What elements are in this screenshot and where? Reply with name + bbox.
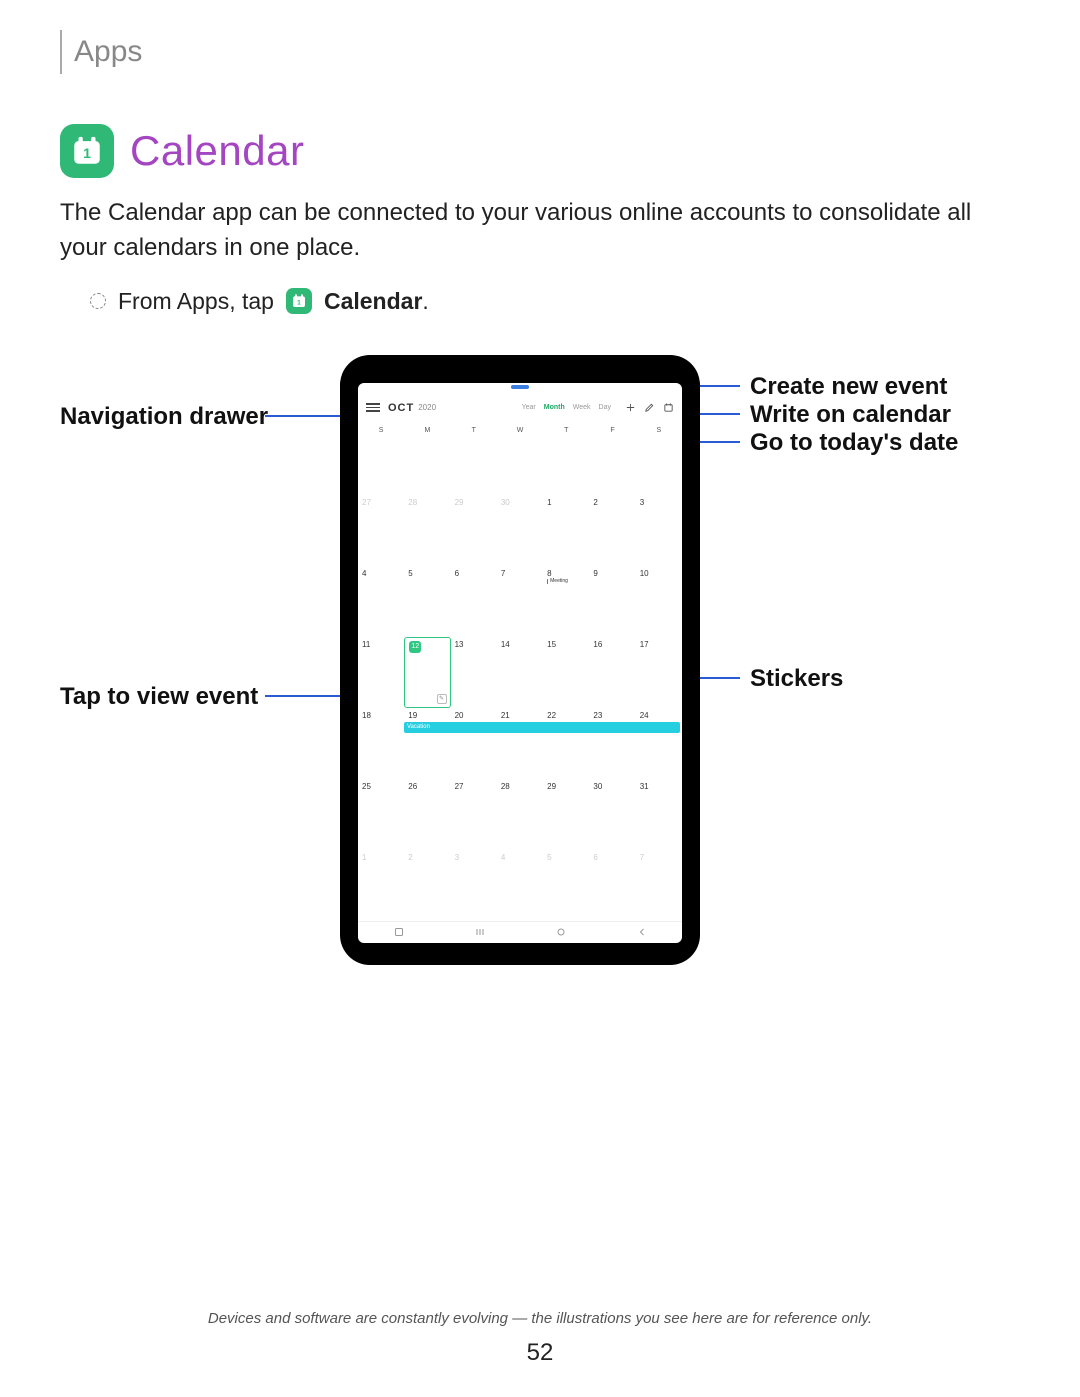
year-label: 2020 xyxy=(418,403,436,412)
tab-day[interactable]: Day xyxy=(599,404,611,411)
calendar-cell[interactable]: 9 xyxy=(589,566,635,637)
tab-year[interactable]: Year xyxy=(522,404,536,411)
android-navbar[interactable] xyxy=(358,921,682,943)
footer-note: Devices and software are constantly evol… xyxy=(0,1310,1080,1327)
callout-nav-drawer: Navigation drawer xyxy=(60,403,268,431)
svg-text:1: 1 xyxy=(83,146,91,162)
calendar-grid[interactable]: SMTWTFS2728293012345678Meeting9101112✎13… xyxy=(358,425,682,921)
plus-icon[interactable] xyxy=(625,402,636,413)
step-app: Calendar xyxy=(324,288,422,314)
calendar-cell[interactable]: 25 xyxy=(358,779,404,850)
calendar-cell[interactable]: 5 xyxy=(543,850,589,921)
calendar-cell[interactable]: 23 xyxy=(589,708,635,779)
callout-today: Go to today's date xyxy=(750,429,958,457)
calendar-cell[interactable]: 30 xyxy=(497,495,543,566)
calendar-cell[interactable]: 2 xyxy=(404,850,450,921)
calendar-cell[interactable]: 3 xyxy=(636,495,682,566)
section-header: 1 Calendar xyxy=(60,124,1020,178)
calendar-cell[interactable]: 4 xyxy=(497,850,543,921)
dow-header: T xyxy=(543,425,589,496)
calendar-cell[interactable]: 7 xyxy=(497,566,543,637)
calendar-cell[interactable]: 6 xyxy=(451,566,497,637)
calendar-cell[interactable]: 22 xyxy=(543,708,589,779)
calendar-cell[interactable]: 17 xyxy=(636,637,682,708)
calendar-cell[interactable]: 11 xyxy=(358,637,404,708)
calendar-inline-icon: 1 xyxy=(286,288,312,314)
instruction-step: From Apps, tap 1 Calendar. xyxy=(90,288,1020,315)
status-bar xyxy=(358,383,682,391)
tab-month[interactable]: Month xyxy=(544,404,565,411)
callout-stickers: Stickers xyxy=(750,665,843,693)
calendar-cell[interactable]: 15 xyxy=(543,637,589,708)
callout-write: Write on calendar xyxy=(750,401,951,429)
calendar-cell[interactable]: 19 xyxy=(404,708,450,779)
sticker-icon[interactable]: ✎ xyxy=(437,694,447,704)
calendar-cell[interactable]: 13 xyxy=(451,637,497,708)
calendar-cell[interactable]: 5 xyxy=(404,566,450,637)
calendar-cell[interactable]: 31 xyxy=(636,779,682,850)
step-suffix: . xyxy=(422,288,428,314)
dotted-bullet-icon xyxy=(90,293,106,309)
calendar-cell[interactable]: 20 xyxy=(451,708,497,779)
calendar-cell[interactable]: 21 xyxy=(497,708,543,779)
calendar-cell[interactable]: 10 xyxy=(636,566,682,637)
home-nav-icon[interactable] xyxy=(555,926,567,938)
calendar-cell[interactable]: 28 xyxy=(497,779,543,850)
annotated-screenshot: Navigation drawer Tap to view event Crea… xyxy=(60,355,1020,995)
calendar-cell[interactable]: 28 xyxy=(404,495,450,566)
dow-header: T xyxy=(451,425,497,496)
calendar-header: OCT 2020 Year Month Week Day xyxy=(358,391,682,425)
calendar-cell[interactable]: 6 xyxy=(589,850,635,921)
tab-week[interactable]: Week xyxy=(573,404,591,411)
calendar-cell[interactable]: 7 xyxy=(636,850,682,921)
calendar-cell[interactable]: 14 xyxy=(497,637,543,708)
calendar-cell[interactable]: 3 xyxy=(451,850,497,921)
calendar-cell[interactable]: 30 xyxy=(589,779,635,850)
hamburger-icon[interactable] xyxy=(366,403,380,412)
tablet-frame: OCT 2020 Year Month Week Day SMTWTFS2728… xyxy=(340,355,700,965)
dow-header: S xyxy=(358,425,404,496)
calendar-cell[interactable]: 16 xyxy=(589,637,635,708)
tablet-screen: OCT 2020 Year Month Week Day SMTWTFS2728… xyxy=(358,383,682,943)
dow-header: S xyxy=(636,425,682,496)
svg-text:1: 1 xyxy=(297,299,301,306)
screenshot-nav-icon[interactable] xyxy=(393,926,405,938)
today-icon[interactable] xyxy=(663,402,674,413)
section-intro: The Calendar app can be connected to you… xyxy=(60,196,1020,266)
back-nav-icon[interactable] xyxy=(636,926,648,938)
pencil-icon[interactable] xyxy=(644,402,655,413)
calendar-cell[interactable]: 26 xyxy=(404,779,450,850)
calendar-app-icon: 1 xyxy=(60,124,114,178)
calendar-cell[interactable]: 12✎ xyxy=(404,637,450,708)
page-number: 52 xyxy=(0,1339,1080,1367)
month-label: OCT xyxy=(388,402,414,414)
breadcrumb: Apps xyxy=(60,30,1020,74)
calendar-cell[interactable]: 29 xyxy=(451,495,497,566)
section-title: Calendar xyxy=(130,127,304,175)
step-prefix: From Apps, tap xyxy=(118,288,274,315)
dow-header: F xyxy=(589,425,635,496)
calendar-cell[interactable]: 2 xyxy=(589,495,635,566)
calendar-cell[interactable]: 4 xyxy=(358,566,404,637)
dow-header: W xyxy=(497,425,543,496)
calendar-cell[interactable]: 24 xyxy=(636,708,682,779)
breadcrumb-label: Apps xyxy=(74,35,142,69)
callout-create: Create new event xyxy=(750,373,947,401)
calendar-cell[interactable]: 27 xyxy=(358,495,404,566)
calendar-cell[interactable]: 27 xyxy=(451,779,497,850)
recents-nav-icon[interactable] xyxy=(474,926,486,938)
calendar-cell[interactable]: 1 xyxy=(543,495,589,566)
calendar-cell[interactable]: 1 xyxy=(358,850,404,921)
calendar-cell[interactable]: 29 xyxy=(543,779,589,850)
view-tabs[interactable]: Year Month Week Day xyxy=(522,404,611,411)
calendar-cell[interactable]: 8Meeting xyxy=(543,566,589,637)
callout-tap-view: Tap to view event xyxy=(60,683,258,711)
calendar-cell[interactable]: 18 xyxy=(358,708,404,779)
dow-header: M xyxy=(404,425,450,496)
